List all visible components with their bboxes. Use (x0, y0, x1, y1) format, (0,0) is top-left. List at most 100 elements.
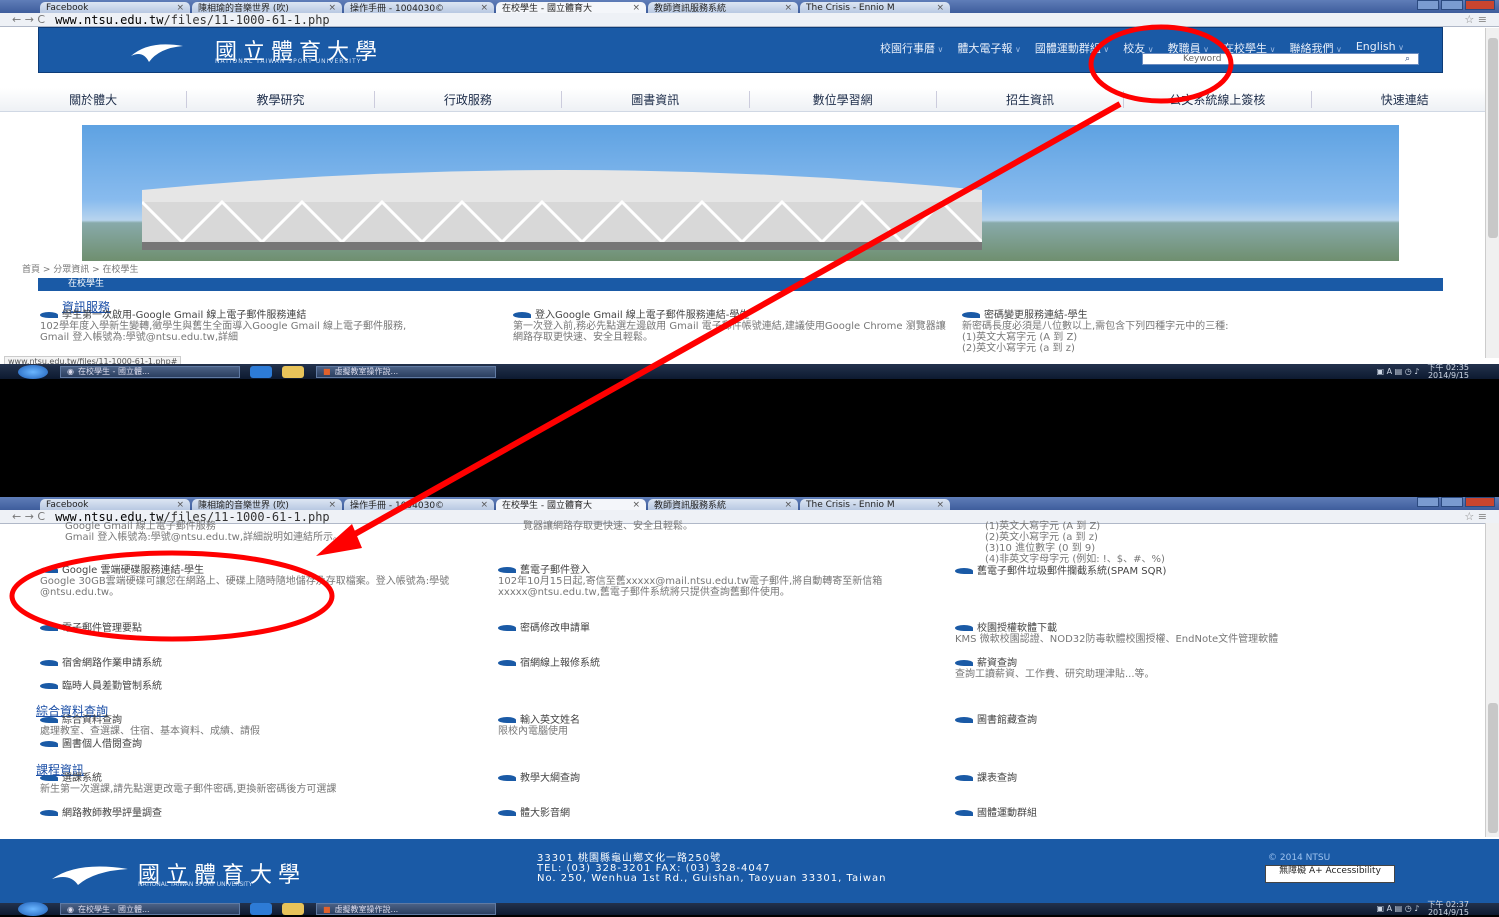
folder-icon[interactable] (282, 903, 304, 915)
flag-icon (498, 810, 516, 816)
flag-icon (498, 717, 516, 723)
main-nav: 關於體大 教學研究 行政服務 圖書資訊 數位學習網 招生資訊 公文系統線上簽核 … (0, 88, 1499, 112)
list-item[interactable]: 圖書個人借閱查詢 (40, 739, 142, 750)
list-item: 覽器讓網路存取更快速、安全且輕鬆。 (523, 521, 693, 532)
browser-tab-active[interactable]: 在校學生 - 國立體育大 × (496, 499, 646, 510)
browser-tab[interactable]: 操作手冊 - 1004030© × (344, 499, 494, 510)
mainnav-item[interactable]: 行政服務 (375, 91, 563, 108)
powerpoint-icon: ■ (323, 367, 331, 376)
browser-tab[interactable]: Facebook × (40, 2, 190, 13)
topnav-item[interactable]: 校園行事曆 (880, 40, 943, 56)
taskbar-item-powerpoint[interactable]: ■ 虛擬教室操作說... (316, 365, 496, 378)
browser-tab[interactable]: The Crisis - Ennio M × (800, 2, 950, 13)
flag-icon (498, 567, 516, 573)
mainnav-item[interactable]: 快速連結 (1312, 91, 1499, 108)
start-icon[interactable] (18, 902, 48, 916)
topnav-item[interactable]: 體大電子報 (957, 40, 1020, 56)
search-input[interactable]: Keyword ⌕ (1142, 53, 1419, 65)
mainnav-item[interactable]: 招生資訊 (937, 91, 1125, 108)
browser-tab-active[interactable]: 在校學生 - 國立體育大 × (496, 2, 646, 13)
flag-icon (40, 717, 58, 723)
list-item-email-rules[interactable]: 電子郵件管理要點 (40, 623, 142, 634)
flag-icon (955, 625, 973, 631)
flag-icon (40, 810, 58, 816)
list-item: (1)英文大寫字元 (A 到 Z) (2)英文小寫字元 (a 到 z) (3)10 … (985, 521, 1165, 565)
flag-icon (955, 717, 973, 723)
flag-icon (513, 312, 531, 318)
site-header: 國立體育大學 NATIONAL TAIWAN SPORT UNIVERSITY … (38, 27, 1443, 73)
scrollbar[interactable] (1485, 523, 1499, 837)
list-item: Google Gmail 線上電子郵件服務 Gmail 登入帳號為:學號@ntsu… (65, 521, 344, 543)
flag-icon (962, 312, 980, 318)
ie-icon[interactable] (250, 903, 272, 915)
list-item[interactable]: 課表查詢 (955, 773, 1017, 784)
flag-icon (498, 625, 516, 631)
list-item[interactable]: 學生第一次啟用-Google Gmail 線上電子郵件服務連結 102學年度入學… (40, 310, 500, 343)
browser-tab[interactable]: 教師資訊服務系統 × (648, 499, 798, 510)
mainnav-item[interactable]: 公文系統線上簽核 (1124, 91, 1312, 108)
list-item[interactable]: 體大影音網 (498, 808, 570, 819)
system-tray[interactable]: ▣ A ▤ ◷ ♪ 下午 02:35 2014/9/15 (1377, 363, 1469, 380)
list-item[interactable]: 圖書館藏查詢 (955, 715, 1037, 726)
browser-tab[interactable]: Facebook × (40, 499, 190, 510)
list-item[interactable]: 網路教師教學評量調查 (40, 808, 162, 819)
list-item[interactable]: 密碼修改申請單 (498, 623, 590, 634)
hero-image (82, 125, 1399, 261)
start-icon[interactable] (18, 364, 48, 379)
browser-tab[interactable]: 陳相瑜的音樂世界 (吹) × (192, 499, 342, 510)
section-title-bar: 在校學生 (38, 278, 1443, 291)
browser-tab[interactable]: 陳相瑜的音樂世界 (吹) × (192, 2, 342, 13)
list-item[interactable]: 宿網線上報修系統 (498, 658, 600, 669)
mainnav-item[interactable]: 圖書資訊 (562, 91, 750, 108)
mainnav-item[interactable]: 數位學習網 (750, 91, 937, 108)
flag-icon (40, 312, 58, 318)
browser-tab[interactable]: 操作手冊 - 1004030© × (344, 2, 494, 13)
list-item[interactable]: 國體運動群組 (955, 808, 1037, 819)
list-item[interactable]: 輸入英文姓名 限校內電腦使用 (498, 715, 580, 737)
back-icon[interactable]: ← → C (12, 13, 45, 26)
site-footer: 國立體育大學 NATIONAL TAIWAN SPORT UNIVERSITY … (0, 839, 1499, 903)
browser-tabstrip: Facebook × 陳相瑜的音樂世界 (吹) × 操作手冊 - 1004030© ×… (0, 497, 1499, 510)
folder-icon[interactable] (282, 365, 304, 378)
star-icon[interactable]: ☆ ≡ (1464, 510, 1487, 523)
mainnav-item[interactable]: 關於體大 (0, 91, 188, 108)
list-item[interactable]: 薪資查詢 查詢工讀薪資、工作費、研究助理津貼...等。 (955, 658, 1375, 680)
flag-icon (40, 625, 58, 631)
taskbar-item-powerpoint[interactable]: ■ 虛擬教室操作說... (316, 903, 496, 915)
stadium-image (142, 170, 982, 250)
flag-icon (955, 660, 973, 666)
list-item[interactable]: 宿舍網路作業申請系統 (40, 658, 162, 669)
powerpoint-icon: ■ (323, 904, 331, 914)
flag-icon (498, 660, 516, 666)
list-item-google-drive[interactable]: Google 雲端硬碟服務連結-學生 Google 30GB雲端硬碟可讓您在網路… (40, 565, 490, 598)
window-controls[interactable] (1417, 497, 1495, 507)
ntsu-logo-icon[interactable] (129, 36, 185, 64)
search-icon[interactable]: ⌕ (1405, 54, 1410, 65)
mainnav-item[interactable]: 教學研究 (187, 91, 375, 108)
list-item[interactable]: 綜合資料查詢 處理教室、查選課、住宿、基本資料、成績、請假 (40, 715, 490, 737)
list-item[interactable]: 舊電子郵件登入 102年10月15日起,寄信至舊xxxxx@mail.ntsu.… (498, 565, 948, 598)
list-item[interactable]: 教學大綱查詢 (498, 773, 580, 784)
url-text[interactable]: www.ntsu.edu.tw/files/11-1000-61-1.php (55, 13, 330, 27)
taskbar-item-chrome[interactable]: ◉ 在校學生 - 國立體... (60, 903, 240, 915)
flag-icon (955, 775, 973, 781)
topnav-item[interactable]: 國體運動群組 (1035, 40, 1109, 56)
scrollbar[interactable] (1485, 28, 1499, 358)
list-item[interactable]: 登入Google Gmail 線上電子郵件服務連結-學生 第一次登入前,務必先點… (513, 310, 953, 343)
ie-icon[interactable] (250, 365, 272, 378)
browser-tab[interactable]: The Crisis - Ennio M × (800, 499, 950, 510)
back-icon[interactable]: ← → C (12, 510, 45, 523)
taskbar-item-chrome[interactable]: ◉ 在校學生 - 國立體... (60, 365, 240, 378)
flag-icon (955, 810, 973, 816)
list-item[interactable]: 密碼變更服務連結-學生 新密碼長度必須是八位數以上,需包含下列四種字元中的三種:… (962, 310, 1282, 354)
list-item[interactable]: 舊電子郵件垃圾郵件攔截系統(SPAM SQR) (955, 566, 1166, 577)
taskbar: ◉ 在校學生 - 國立體... ■ 虛擬教室操作說... ▣ A ▤ ◷ ♪ 下午 0… (0, 901, 1499, 917)
star-icon[interactable]: ☆ ≡ (1464, 13, 1487, 26)
browser-tab[interactable]: 教師資訊服務系統 × (648, 2, 798, 13)
address-bar[interactable]: ← → C www.ntsu.edu.tw/files/11-1000-61-1… (0, 13, 1499, 27)
list-item[interactable]: 校園授權軟體下載 KMS 微軟校園認證、NOD32防毒軟體校園授權、EndNot… (955, 623, 1375, 645)
accessibility-badge[interactable]: 無障礙 A+ Accessibility (1265, 865, 1395, 883)
list-item[interactable]: 臨時人員差勤管制系統 (40, 681, 162, 692)
window-controls[interactable] (1417, 0, 1495, 10)
list-item[interactable]: 選課系統 新生第一次選課,請先點選更改電子郵件密碼,更換新密碼後方可選課 (40, 773, 490, 795)
